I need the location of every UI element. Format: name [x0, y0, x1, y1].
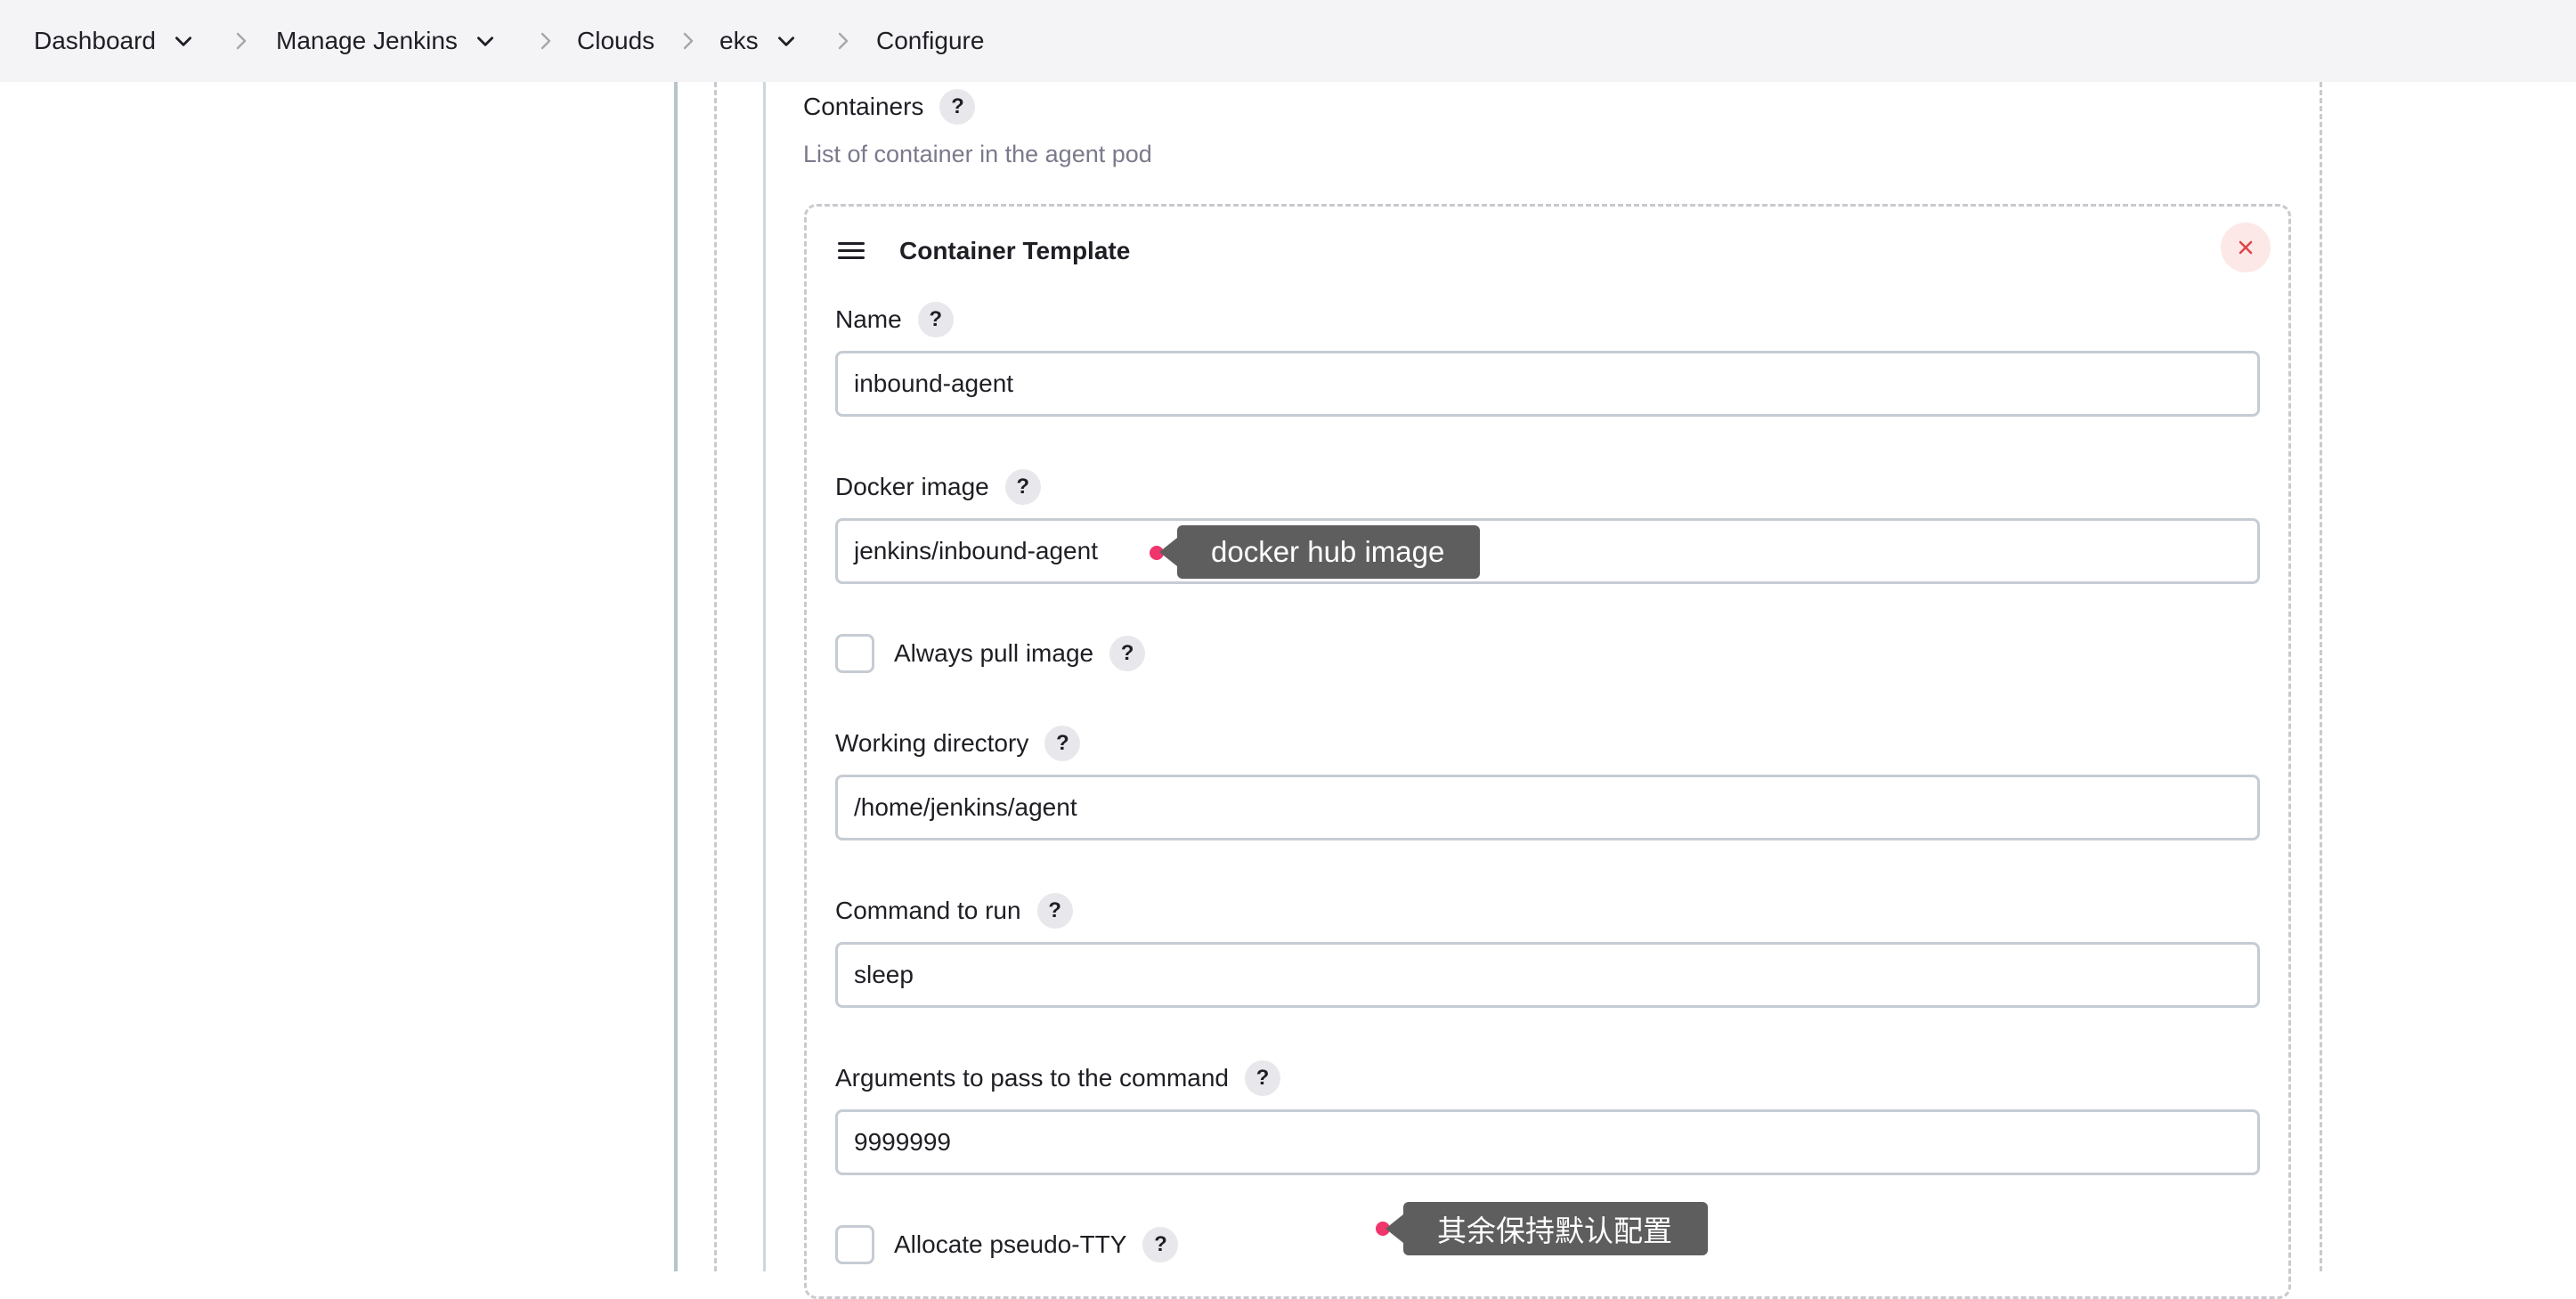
always-pull-checkbox[interactable] [835, 634, 874, 673]
chevron-down-icon[interactable] [775, 29, 798, 53]
chevron-right-icon [679, 0, 698, 82]
help-icon[interactable]: ? [1004, 469, 1041, 505]
annotation-defaults: 其余保持默认配置 [1386, 1202, 1708, 1255]
containers-indent-line [763, 82, 766, 1271]
chevron-down-icon[interactable] [474, 29, 497, 53]
breadcrumb-label: Clouds [577, 27, 655, 54]
name-input[interactable]: inbound-agent [835, 351, 2260, 417]
docker-image-input[interactable]: jenkins/inbound-agent [835, 518, 2260, 584]
help-icon[interactable]: ? [1036, 893, 1073, 929]
hamburger-icon[interactable] [837, 240, 865, 262]
remove-container-button[interactable] [2221, 223, 2271, 272]
chevron-down-icon[interactable] [172, 29, 195, 53]
working-directory-input[interactable]: /home/jenkins/agent [835, 775, 2260, 840]
working-directory-label: Working directory ? [835, 724, 1081, 763]
help-icon[interactable]: ? [1142, 1227, 1179, 1262]
breadcrumb-label: Configure [876, 27, 985, 54]
breadcrumb: Dashboard Manage Jenkins Clouds eks Conf… [0, 0, 2576, 82]
annotation-docker-hub: docker hub image [1158, 525, 1481, 579]
pod-template-border-right [2320, 82, 2322, 1271]
close-icon [2239, 240, 2253, 255]
command-input[interactable]: sleep [835, 942, 2260, 1008]
containers-description: List of container in the agent pod [803, 141, 1152, 167]
containers-label: Containers ? [803, 87, 976, 126]
help-icon[interactable]: ? [1245, 1060, 1280, 1096]
breadcrumb-item-dashboard[interactable]: Dashboard [34, 0, 195, 82]
breadcrumb-label: Manage Jenkins [276, 27, 458, 54]
pseudo-tty-label: Allocate pseudo-TTY ? [894, 1225, 1179, 1264]
arguments-label: Arguments to pass to the command ? [835, 1059, 1280, 1098]
breadcrumb-label: Dashboard [34, 27, 156, 54]
help-icon[interactable]: ? [917, 302, 954, 337]
help-icon[interactable]: ? [1044, 726, 1081, 761]
help-icon[interactable]: ? [939, 89, 976, 125]
breadcrumb-item-configure: Configure [876, 0, 984, 82]
name-label: Name ? [835, 300, 954, 339]
pod-template-border-left [714, 82, 717, 1271]
breadcrumb-item-eks[interactable]: eks [719, 0, 798, 82]
breadcrumb-label: eks [719, 27, 759, 54]
docker-image-label: Docker image ? [835, 467, 1041, 507]
arguments-input[interactable]: 9999999 [835, 1109, 2260, 1175]
chevron-right-icon [536, 0, 556, 82]
command-label: Command to run ? [835, 891, 1073, 930]
chevron-right-icon [232, 0, 251, 82]
always-pull-label: Always pull image ? [894, 634, 1146, 673]
breadcrumb-item-clouds[interactable]: Clouds [577, 0, 654, 82]
breadcrumb-item-manage-jenkins[interactable]: Manage Jenkins [276, 0, 497, 82]
chevron-right-icon [833, 0, 853, 82]
section-indent-line [674, 82, 678, 1271]
container-template-title: Container Template [899, 237, 1131, 264]
pseudo-tty-checkbox[interactable] [835, 1225, 874, 1264]
help-icon[interactable]: ? [1109, 636, 1146, 671]
